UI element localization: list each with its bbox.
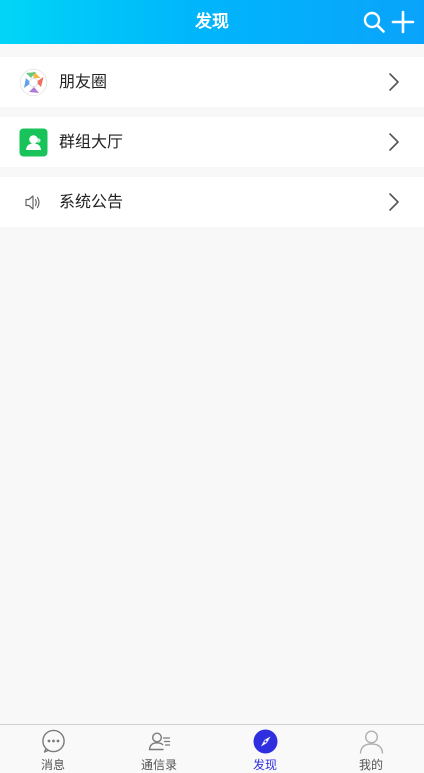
search-button[interactable] — [360, 8, 388, 36]
tab-profile[interactable]: 我的 — [318, 725, 424, 773]
search-icon — [363, 11, 385, 33]
menu-group-moments: 朋友圈 — [0, 57, 424, 107]
add-button[interactable] — [389, 8, 417, 36]
contacts-icon — [147, 729, 172, 754]
tab-label: 发现 — [252, 758, 277, 772]
menu-item-label: 系统公告 — [59, 192, 124, 211]
chevron-right-icon — [389, 73, 399, 91]
menu-item-moments[interactable]: 朋友圈 — [0, 57, 424, 107]
chevron-right-icon — [389, 133, 399, 151]
tab-label: 通信录 — [140, 758, 177, 772]
tab-label: 消息 — [40, 758, 65, 772]
speaker-icon — [19, 188, 48, 217]
tab-messages[interactable]: 消息 — [0, 725, 106, 773]
tab-discover[interactable]: 发现 — [212, 725, 318, 773]
chat-bubble-icon — [41, 729, 66, 754]
chevron-right-icon — [389, 193, 399, 211]
group-hall-icon — [19, 128, 48, 157]
top-navigation-bar: 发现 — [0, 0, 424, 44]
menu-item-group-hall[interactable]: 群组大厅 — [0, 117, 424, 167]
menu-group-group-hall: 群组大厅 — [0, 117, 424, 167]
menu-item-label: 群组大厅 — [59, 132, 124, 151]
menu-group-announcements: 系统公告 — [0, 177, 424, 227]
menu-item-label: 朋友圈 — [59, 72, 108, 91]
menu-item-announcements[interactable]: 系统公告 — [0, 177, 424, 227]
tab-contacts[interactable]: 通信录 — [106, 725, 212, 773]
compass-icon — [253, 729, 278, 754]
bottom-tab-bar: 消息 通信录 发现 我的 — [0, 724, 424, 773]
person-icon — [359, 729, 384, 754]
moments-aperture-icon — [19, 68, 48, 97]
tab-label: 我的 — [358, 758, 383, 772]
plus-icon — [391, 10, 415, 34]
discover-menu-list: 朋友圈 群组大厅 系统公告 — [0, 44, 424, 227]
